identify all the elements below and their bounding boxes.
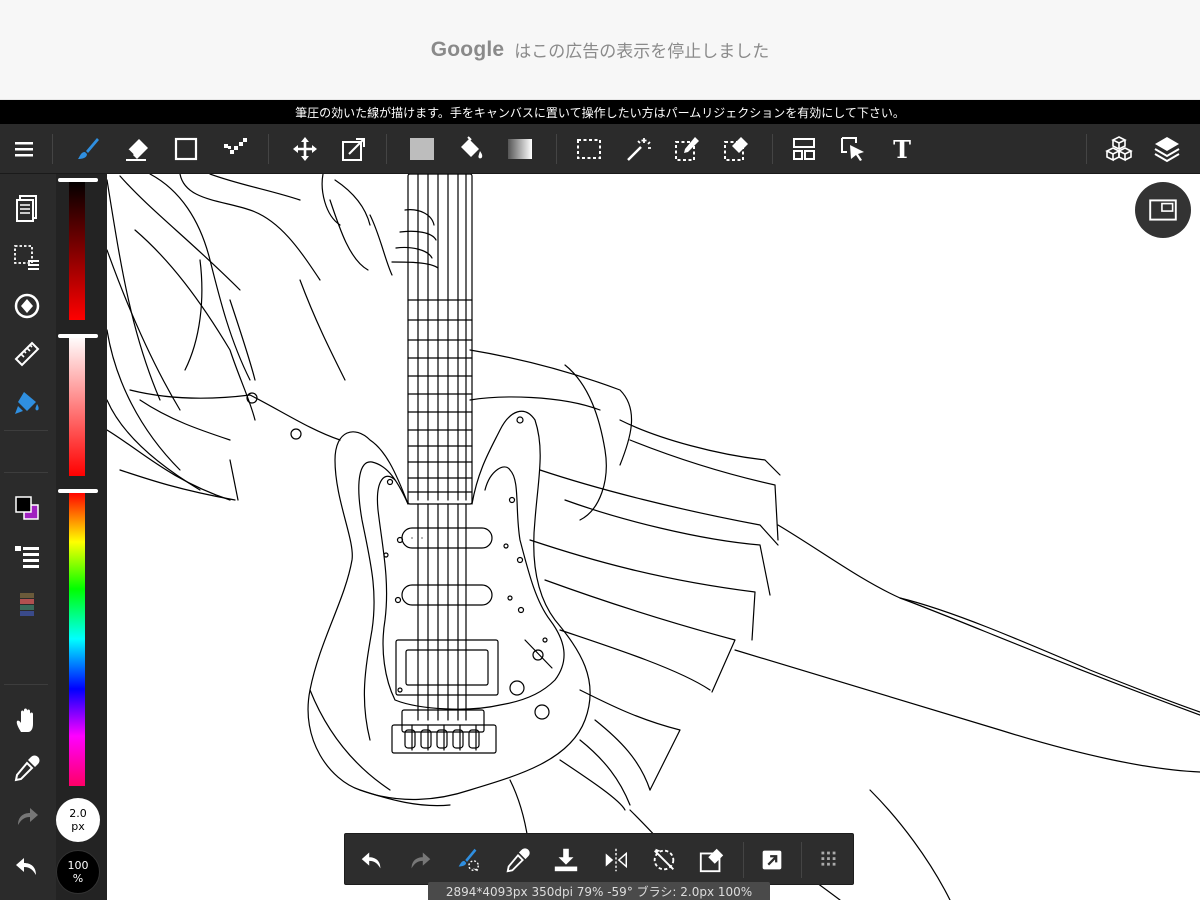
hint-bar: 筆圧の効いた線が描けます。手をキャンバスに置いて操作したい方はパームリジェクショ… bbox=[0, 100, 1200, 124]
top-toolbar: T bbox=[0, 124, 1200, 174]
dot-icon[interactable] bbox=[211, 124, 259, 174]
brightness-bar[interactable] bbox=[69, 180, 85, 320]
toolbar-divider bbox=[556, 134, 557, 164]
toolbar-divider bbox=[52, 134, 53, 164]
brush-size-value: 2.0 bbox=[69, 807, 87, 820]
fill-color-icon[interactable] bbox=[398, 124, 446, 174]
ruler-icon[interactable] bbox=[4, 332, 50, 376]
magic-wand-icon[interactable] bbox=[614, 124, 662, 174]
redo-icon[interactable] bbox=[4, 794, 50, 838]
eraser-icon[interactable] bbox=[113, 124, 161, 174]
left-sidebar bbox=[0, 174, 56, 900]
rotate-reset-icon[interactable] bbox=[639, 834, 689, 886]
hint-text: 筆圧の効いた線が描けます。手をキャンバスに置いて操作したい方はパームリジェクショ… bbox=[295, 105, 905, 120]
move-icon[interactable] bbox=[281, 124, 329, 174]
undo-icon[interactable] bbox=[4, 844, 50, 888]
quick-action-bar bbox=[344, 833, 854, 885]
view-toggle-button[interactable] bbox=[1135, 182, 1191, 238]
window-icon bbox=[1149, 199, 1177, 221]
opacity-indicator[interactable]: 100 % bbox=[56, 850, 100, 894]
opacity-value: 100 bbox=[67, 859, 89, 872]
pages-icon[interactable] bbox=[4, 186, 50, 230]
eyedropper-icon[interactable] bbox=[4, 746, 50, 790]
brush-size-unit: px bbox=[71, 820, 85, 833]
selection-pen-icon[interactable] bbox=[663, 124, 711, 174]
toolbar-divider bbox=[1086, 134, 1087, 164]
sidebar-divider bbox=[4, 430, 48, 431]
quickbar-divider bbox=[801, 842, 802, 878]
share-icon[interactable] bbox=[747, 834, 797, 886]
rectangle-icon[interactable] bbox=[162, 124, 210, 174]
saturation-thumb[interactable] bbox=[58, 334, 98, 338]
ad-message: はこの広告の表示を停止しました bbox=[514, 42, 770, 62]
layout-icon[interactable] bbox=[780, 124, 828, 174]
transform-icon[interactable] bbox=[330, 124, 378, 174]
sidebar-divider bbox=[4, 472, 48, 473]
google-logo: Google bbox=[430, 37, 505, 61]
clear-icon[interactable] bbox=[687, 834, 737, 886]
palette-icon[interactable] bbox=[4, 582, 50, 626]
selection-eraser-icon[interactable] bbox=[712, 124, 760, 174]
sidebar-divider bbox=[4, 684, 48, 685]
redo-icon[interactable] bbox=[395, 834, 445, 886]
opacity-unit: % bbox=[72, 872, 84, 885]
hue-bar[interactable] bbox=[69, 492, 85, 786]
rotate-icon[interactable] bbox=[4, 284, 50, 328]
toolbar-divider bbox=[386, 134, 387, 164]
flip-icon[interactable] bbox=[591, 834, 641, 886]
selection-icon[interactable] bbox=[565, 124, 613, 174]
toolbar-divider bbox=[268, 134, 269, 164]
grid-icon[interactable] bbox=[803, 834, 853, 886]
selection-list-icon[interactable] bbox=[4, 236, 50, 280]
toolbar-divider bbox=[772, 134, 773, 164]
color-swatch-icon[interactable] bbox=[4, 486, 50, 530]
saturation-bar[interactable] bbox=[69, 336, 85, 476]
eyedropper-icon[interactable] bbox=[493, 834, 543, 886]
text-tool-glyph: T bbox=[893, 135, 911, 164]
color-fill-icon[interactable] bbox=[4, 380, 50, 424]
ad-banner: Google はこの広告の表示を停止しました bbox=[0, 0, 1200, 100]
menu-icon[interactable] bbox=[0, 124, 48, 174]
color-sliders bbox=[56, 174, 107, 900]
undo-icon[interactable] bbox=[347, 834, 397, 886]
hue-thumb[interactable] bbox=[58, 489, 98, 493]
layers-icon[interactable] bbox=[1143, 124, 1191, 174]
brush-icon[interactable] bbox=[64, 124, 112, 174]
status-text: 2894*4093px 350dpi 79% -59° ブラシ: 2.0px 1… bbox=[445, 884, 753, 899]
brightness-thumb[interactable] bbox=[58, 178, 98, 182]
save-icon[interactable] bbox=[541, 834, 591, 886]
quickbar-divider bbox=[743, 842, 744, 878]
hand-icon[interactable] bbox=[4, 698, 50, 742]
drawing-canvas[interactable] bbox=[107, 174, 1200, 900]
3d-icon[interactable] bbox=[1095, 124, 1143, 174]
bucket-icon[interactable] bbox=[447, 124, 495, 174]
select-layer-icon[interactable] bbox=[829, 124, 877, 174]
brush-size-indicator[interactable]: 2.0 px bbox=[56, 798, 100, 842]
line-art-drawing bbox=[107, 174, 1200, 900]
layer-list-icon[interactable] bbox=[4, 534, 50, 578]
text-icon[interactable]: T bbox=[878, 124, 926, 174]
brush-stabilize-icon[interactable] bbox=[443, 834, 493, 886]
gradient-icon[interactable] bbox=[496, 124, 544, 174]
status-bar: 2894*4093px 350dpi 79% -59° ブラシ: 2.0px 1… bbox=[428, 882, 770, 900]
